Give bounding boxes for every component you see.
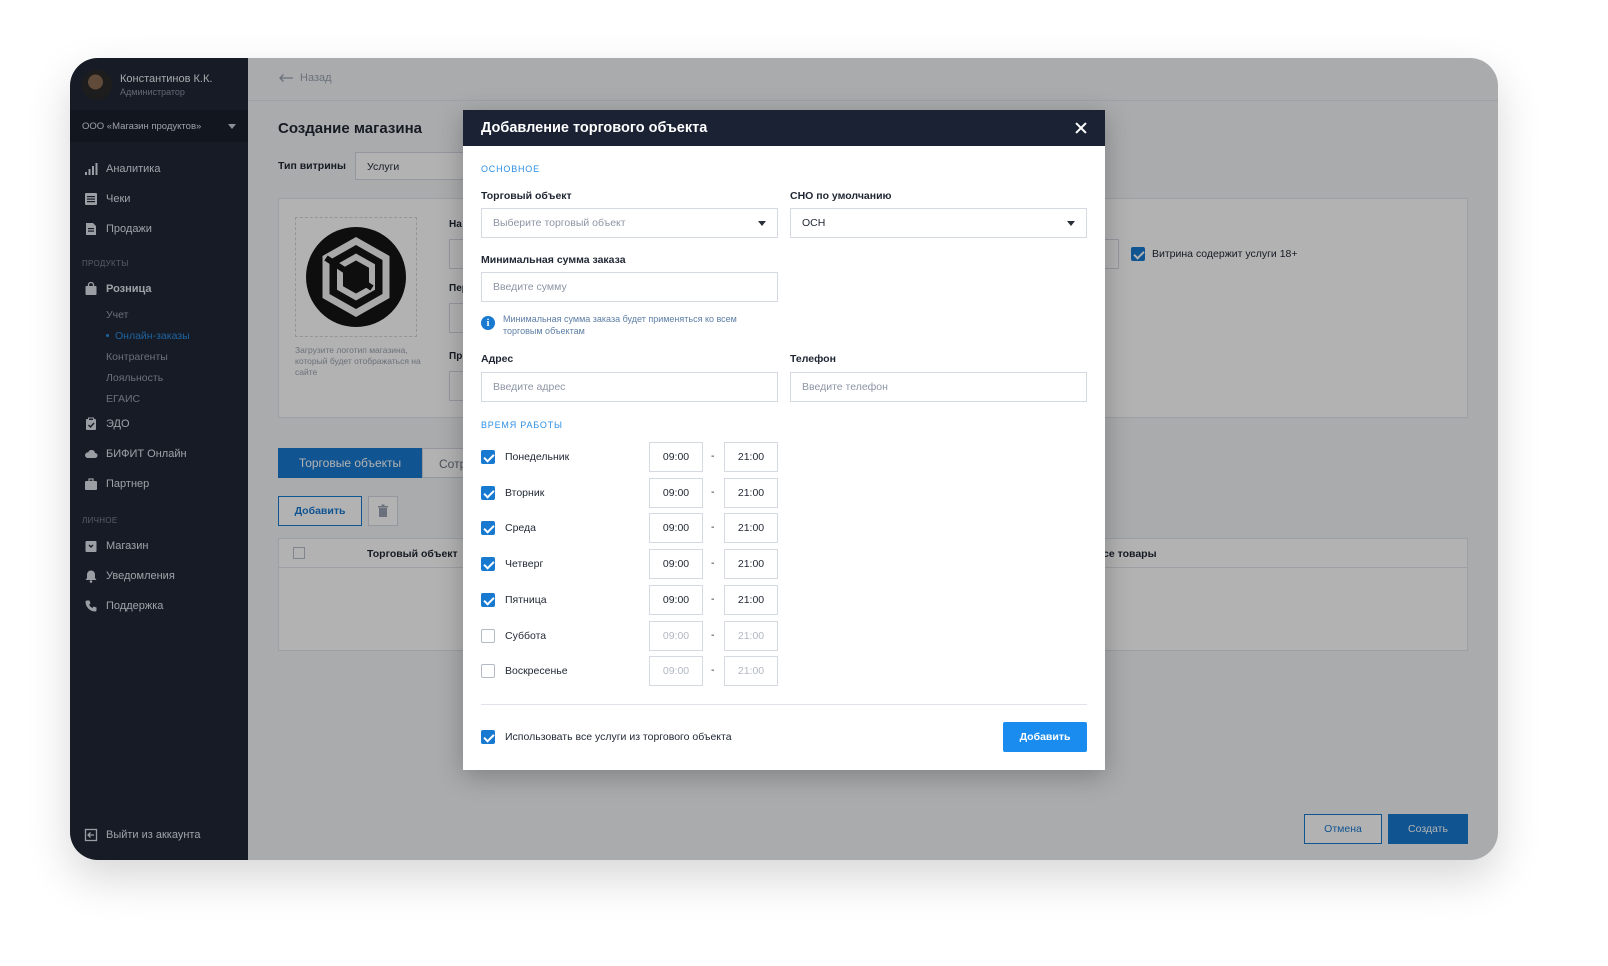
- modal-header: Добавление торгового объекта: [463, 110, 1105, 146]
- time-from-input[interactable]: 09:00: [649, 442, 703, 472]
- day-checkbox[interactable]: [481, 486, 495, 500]
- day-name: Пятница: [505, 594, 547, 606]
- min-sum-label: Минимальная сумма заказа: [481, 254, 626, 266]
- object-select[interactable]: Выберите торговый объект: [481, 208, 778, 238]
- min-sum-input[interactable]: Введите сумму: [481, 272, 778, 302]
- time-separator: -: [711, 629, 715, 641]
- modal-title: Добавление торгового объекта: [481, 120, 708, 136]
- day-checkbox[interactable]: [481, 629, 495, 643]
- day-name: Понедельник: [505, 451, 570, 463]
- time-separator: -: [711, 593, 715, 605]
- day-checkbox[interactable]: [481, 664, 495, 678]
- time-from-input[interactable]: 09:00: [649, 656, 703, 686]
- time-from-input[interactable]: 09:00: [649, 478, 703, 508]
- day-name: Вторник: [505, 487, 545, 499]
- address-placeholder: Введите адрес: [493, 381, 566, 393]
- use-all-services-checkbox[interactable]: Использовать все услуги из торгового объ…: [481, 730, 732, 744]
- checkbox-checked-icon: [481, 730, 495, 744]
- day-name: Воскресенье: [505, 665, 568, 677]
- day-checkbox[interactable]: [481, 450, 495, 464]
- object-label: Торговый объект: [481, 190, 572, 202]
- min-sum-placeholder: Введите сумму: [493, 281, 567, 293]
- time-from-input[interactable]: 09:00: [649, 549, 703, 579]
- time-to-input[interactable]: 21:00: [724, 478, 778, 508]
- info-icon: i: [481, 316, 495, 330]
- time-to-input[interactable]: 21:00: [724, 513, 778, 543]
- day-name: Четверг: [505, 558, 544, 570]
- time-to-input[interactable]: 21:00: [724, 585, 778, 615]
- day-checkbox[interactable]: [481, 557, 495, 571]
- day-name: Суббота: [505, 630, 547, 642]
- hint-text: Минимальная сумма заказа будет применять…: [503, 314, 737, 336]
- use-all-label: Использовать все услуги из торгового объ…: [505, 731, 732, 743]
- phone-placeholder: Введите телефон: [802, 381, 888, 393]
- day-name: Среда: [505, 522, 536, 534]
- object-placeholder: Выберите торговый объект: [493, 217, 626, 229]
- sno-label: СНО по умолчанию: [790, 190, 892, 202]
- address-input[interactable]: Введите адрес: [481, 372, 778, 402]
- modal-add-button[interactable]: Добавить: [1003, 722, 1087, 752]
- day-checkbox[interactable]: [481, 593, 495, 607]
- time-from-input[interactable]: 09:00: [649, 585, 703, 615]
- min-sum-hint: i Минимальная сумма заказа будет применя…: [481, 314, 753, 337]
- chevron-down-icon: [1067, 220, 1075, 226]
- time-to-input[interactable]: 21:00: [724, 549, 778, 579]
- time-to-input[interactable]: 21:00: [724, 621, 778, 651]
- time-from-input[interactable]: 09:00: [649, 513, 703, 543]
- time-to-input[interactable]: 21:00: [724, 656, 778, 686]
- phone-input[interactable]: Введите телефон: [790, 372, 1087, 402]
- add-trade-object-modal: Добавление торгового объекта ОСНОВНОЕ То…: [463, 110, 1105, 770]
- chevron-down-icon: [758, 220, 766, 226]
- time-separator: -: [711, 450, 715, 462]
- day-checkbox[interactable]: [481, 521, 495, 535]
- time-separator: -: [711, 486, 715, 498]
- time-from-input[interactable]: 09:00: [649, 621, 703, 651]
- section-main-title: ОСНОВНОЕ: [481, 164, 540, 174]
- section-hours-title: ВРЕМЯ РАБОТЫ: [481, 420, 563, 430]
- time-separator: -: [711, 664, 715, 676]
- address-label: Адрес: [481, 353, 514, 365]
- sno-value: ОСН: [802, 217, 826, 229]
- close-icon[interactable]: [1073, 120, 1089, 136]
- phone-label: Телефон: [790, 353, 836, 365]
- sno-select[interactable]: ОСН: [790, 208, 1087, 238]
- time-separator: -: [711, 557, 715, 569]
- time-separator: -: [711, 521, 715, 533]
- time-to-input[interactable]: 21:00: [724, 442, 778, 472]
- divider: [481, 704, 1087, 705]
